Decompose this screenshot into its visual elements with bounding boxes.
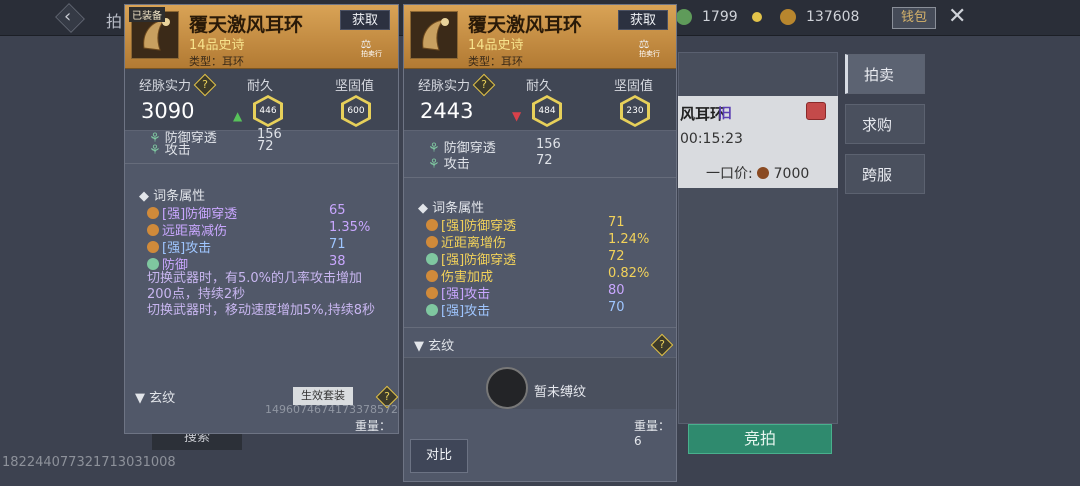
- item-name: 覆天激风耳环: [468, 14, 583, 36]
- divider: [125, 163, 398, 164]
- help-icon[interactable]: ?: [472, 73, 496, 97]
- back-arrow-icon: ‹: [64, 6, 72, 27]
- xuanwen-section: ▼ 玄纹: [135, 391, 176, 406]
- compare-button[interactable]: 对比: [410, 439, 468, 473]
- item-header: 已装备 覆天激风耳环 14品史诗 类型：耳环 获取 ⚖ 拍卖行: [125, 5, 398, 69]
- item-type: 类型：耳环: [468, 55, 523, 68]
- durability-label: 耐久: [526, 79, 553, 94]
- firmness-hex: 230: [620, 95, 650, 127]
- power-value: 3090: [141, 99, 195, 123]
- currency-jade: 1799: [702, 9, 738, 25]
- item-grade: 14品史诗: [468, 38, 524, 53]
- affix-row: [强]攻击 70: [426, 300, 625, 319]
- tab-cross-server[interactable]: 跨服: [845, 154, 925, 194]
- item-weight: 重量：6: [355, 419, 392, 433]
- decrease-arrow-icon: ▼: [512, 109, 522, 123]
- wallet-button[interactable]: 钱包: [892, 7, 936, 29]
- unbound-text: 暂未缚纹: [534, 385, 587, 400]
- listing-price: 一口价: 7000: [706, 166, 810, 182]
- xuanwen-section: ▼ 玄纹: [414, 339, 455, 354]
- empty-orb-icon: [486, 367, 528, 409]
- auction-house-label: 拍卖行: [361, 50, 382, 58]
- item-id: 1496074674173378572: [265, 403, 398, 416]
- effect-desc: 切换武器时，有5.0%的几率攻击增加200点，持续2秒: [147, 271, 363, 302]
- tab-auction[interactable]: 拍卖: [845, 54, 925, 94]
- item-type: 类型：耳环: [189, 55, 244, 68]
- item-tooltip-equipped: 已装备 覆天激风耳环 14品史诗 类型：耳环 获取 ⚖ 拍卖行 经脉实力 ? 耐…: [124, 4, 399, 434]
- get-button[interactable]: 获取: [340, 10, 390, 30]
- affix-title: ◆ 词条属性: [139, 189, 206, 204]
- item-name: 覆天激风耳环: [189, 14, 304, 36]
- durability-label: 耐久: [247, 79, 274, 94]
- power-label: 经脉实力: [139, 79, 192, 94]
- durability-hex: 484: [532, 95, 562, 127]
- divider: [404, 327, 676, 328]
- power-label: 经脉实力: [418, 79, 471, 94]
- firmness-label: 坚固值: [614, 79, 654, 94]
- affix-title: ◆ 词条属性: [418, 201, 485, 216]
- get-button[interactable]: 获取: [618, 10, 668, 30]
- firmness-hex: 600: [341, 95, 371, 127]
- plus-icon[interactable]: [752, 12, 762, 22]
- bid-button[interactable]: 竞拍: [688, 424, 832, 454]
- page-title: 拍: [106, 12, 123, 31]
- item-grade: 14品史诗: [189, 38, 245, 53]
- increase-arrow-icon: ▲: [233, 109, 243, 123]
- help-icon[interactable]: ?: [650, 333, 674, 357]
- favorite-heart-icon[interactable]: [806, 102, 826, 120]
- base-attr-row: ⚘ 攻击 72: [149, 139, 274, 158]
- coin-icon: [780, 9, 796, 25]
- right-tabs: 拍卖 求购 跨服: [845, 54, 925, 204]
- close-icon[interactable]: ✕: [948, 4, 966, 29]
- item-header: 覆天激风耳环 14品史诗 类型：耳环 获取 ⚖ 拍卖行: [404, 5, 676, 69]
- currency-coin: 137608: [806, 9, 860, 25]
- item-weight: 重量：6: [634, 419, 671, 448]
- divider: [404, 177, 676, 178]
- tab-buy-request[interactable]: 求购: [845, 104, 925, 144]
- listing-old-tag: 旧: [718, 106, 732, 122]
- copper-coin-icon: [757, 167, 770, 179]
- base-attr-row: ⚘ 攻击 72: [428, 153, 553, 172]
- help-icon[interactable]: ?: [193, 73, 217, 97]
- listing-time: 00:15:23: [680, 131, 743, 147]
- firmness-label: 坚固值: [335, 79, 375, 94]
- stat-row: 经脉实力 ? 耐久 坚固值 3090 ▲ 446 600: [125, 69, 398, 131]
- durability-hex: 446: [253, 95, 283, 127]
- item-tooltip-compare: 覆天激风耳环 14品史诗 类型：耳环 获取 ⚖ 拍卖行 经脉实力 ? 耐久 坚固…: [403, 4, 677, 482]
- jade-icon: [676, 9, 692, 25]
- power-value: 2443: [420, 99, 474, 123]
- earring-icon: [410, 11, 458, 59]
- stat-row: 经脉实力 ? 耐久 坚固值 2443 ▼ 484 230: [404, 69, 676, 131]
- bottom-id-text: 18224407732171303100​8: [2, 455, 176, 470]
- effect-desc: 切换武器时，移动速度增加5%,持续8秒: [147, 303, 376, 318]
- auction-house-label: 拍卖行: [639, 50, 660, 58]
- equipped-badge: 已装备: [129, 7, 165, 22]
